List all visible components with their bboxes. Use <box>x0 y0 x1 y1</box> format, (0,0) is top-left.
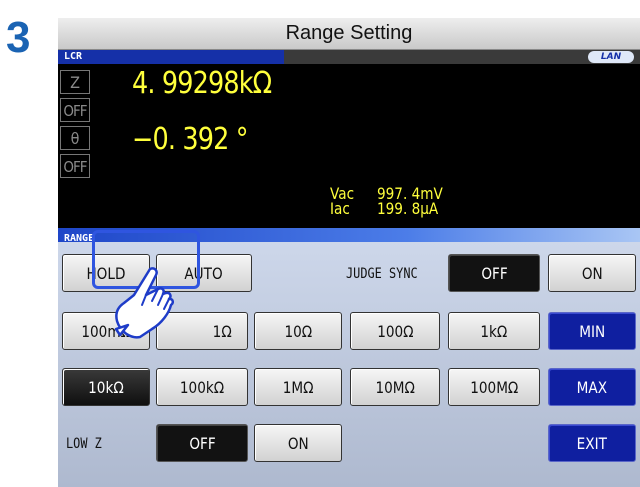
lan-indicator: LAN <box>588 51 634 63</box>
exit-button[interactable]: EXIT <box>548 424 636 462</box>
param3-value: −0. 392 ° <box>132 122 249 157</box>
window-title: Range Setting <box>58 18 640 50</box>
range-10mohm-button[interactable]: 10MΩ <box>350 368 440 406</box>
range-100ohm-button[interactable]: 100Ω <box>350 312 440 350</box>
param3-button[interactable]: θ <box>60 126 90 150</box>
max-button[interactable]: MAX <box>548 368 636 406</box>
param1-button[interactable]: Z <box>60 70 90 94</box>
param4-button[interactable]: OFF <box>60 154 90 178</box>
min-button[interactable]: MIN <box>548 312 636 350</box>
low-z-label: LOW Z <box>66 436 102 452</box>
range-10ohm-button[interactable]: 10Ω <box>254 312 342 350</box>
range-1mohm-button[interactable]: 1MΩ <box>254 368 342 406</box>
range-1kohm-button[interactable]: 1kΩ <box>448 312 540 350</box>
step-number: 3 <box>6 13 31 62</box>
low-z-on-button[interactable]: ON <box>254 424 342 462</box>
lcr-header-bar: LCR <box>58 50 640 64</box>
range-100kohm-button[interactable]: 100kΩ <box>156 368 248 406</box>
range-100mohm-button[interactable]: 100MΩ <box>448 368 540 406</box>
iac-value: 199. 8μA <box>377 199 439 218</box>
judge-sync-label: JUDGE SYNC <box>346 266 418 282</box>
param2-button[interactable]: OFF <box>60 98 90 122</box>
mode-label: LCR <box>58 50 284 64</box>
pointing-hand-icon <box>114 267 174 339</box>
param1-value: 4. 99298kΩ <box>132 66 272 101</box>
range-10kohm-button[interactable]: 10kΩ <box>62 368 150 406</box>
judge-sync-on-button[interactable]: ON <box>548 254 636 292</box>
judge-sync-off-button[interactable]: OFF <box>448 254 540 292</box>
low-z-off-button[interactable]: OFF <box>156 424 248 462</box>
iac-label: Iac <box>330 199 350 218</box>
